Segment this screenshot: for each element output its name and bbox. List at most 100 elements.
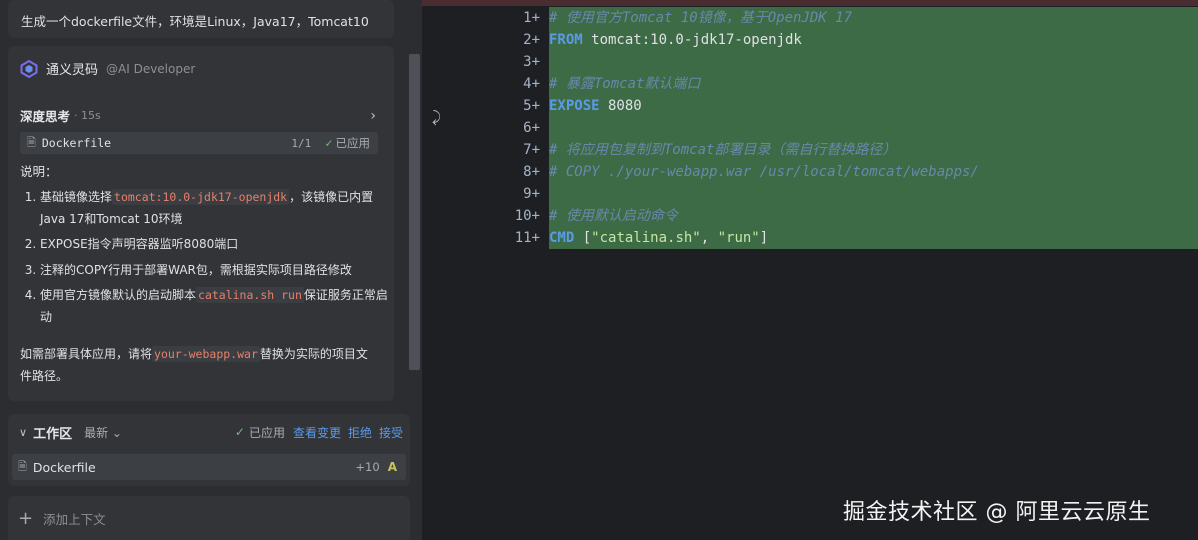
list-item: 基础镜像选择tomcat:10.0-jdk17-openjdk，该镜像已内置Ja… xyxy=(40,187,390,230)
assistant-header: 通义灵码 @AI Developer xyxy=(20,59,195,78)
code-token: [ xyxy=(574,230,592,246)
code-line[interactable]: 11+ CMD ["catalina.sh", "run"] xyxy=(422,227,1198,249)
workspace-status: 已应用 xyxy=(248,425,285,440)
check-circle-icon: ✓ xyxy=(325,136,333,150)
code-line[interactable]: 10+ # 使用默认启动命令 xyxy=(422,205,1198,227)
added-badge: A xyxy=(387,460,397,474)
thinking-label: 深度思考 xyxy=(20,109,71,124)
code-token: EXPOSE xyxy=(549,98,600,114)
file-icon: 🗎 xyxy=(18,459,27,473)
list-item: 注释的COPY行用于部署WAR包，需根据实际项目路径修改 xyxy=(40,260,390,282)
line-number: 7+ xyxy=(523,142,540,158)
point-text: EXPOSE指令声明容器监听8080端口 xyxy=(40,237,239,251)
line-number: 8+ xyxy=(523,164,540,180)
code-token: FROM xyxy=(549,32,583,48)
code-token: 8080 xyxy=(599,98,642,114)
code-line[interactable]: 9+ xyxy=(422,183,1198,205)
workspace-file-name: Dockerfile xyxy=(32,459,96,475)
code-token: "run" xyxy=(717,230,760,246)
plus-icon: + xyxy=(18,507,34,529)
code-token: # 使用默认启动命令 xyxy=(549,208,678,224)
code-line[interactable]: 7+ # 将应用包复制到Tomcat部署目录（需自行替换路径） xyxy=(422,139,1198,161)
file-chip-count: 1/1 xyxy=(291,136,312,150)
chat-panel: 生成一个dockerfile文件，环境是Linux，Java17，Tomcat1… xyxy=(0,0,422,540)
code-token: # 使用官方Tomcat 10镜像，基于OpenJDK 17 xyxy=(549,10,853,26)
assistant-handle: @AI Developer xyxy=(106,61,196,76)
note-text: 如需部署具体应用，请将 xyxy=(20,347,153,361)
explanation-title: 说明： xyxy=(20,164,58,179)
deep-thinking-toggle[interactable]: 深度思考 · 15s › xyxy=(20,106,376,125)
tongyi-logo-icon xyxy=(20,59,38,78)
sort-label: 最新 xyxy=(84,425,109,440)
add-context-label: 添加上下文 xyxy=(43,511,106,527)
line-content: # 暴露Tomcat默认端口 xyxy=(549,73,1198,95)
assistant-message: 通义灵码 @AI Developer 深度思考 · 15s › 🗎 Docker… xyxy=(8,46,394,401)
line-content: # 使用官方Tomcat 10镜像，基于OpenJDK 17 xyxy=(549,7,1198,29)
line-content xyxy=(549,117,1198,139)
removed-line-strip xyxy=(422,0,1198,6)
line-content: # COPY ./your-webapp.war /usr/local/tomc… xyxy=(549,161,1198,183)
watermark: 掘金技术社区 @ 阿里云云原生 xyxy=(843,500,1151,525)
line-number: 6+ xyxy=(523,120,540,136)
code-token: # 暴露Tomcat默认端口 xyxy=(549,76,701,92)
user-message: 生成一个dockerfile文件，环境是Linux，Java17，Tomcat1… xyxy=(8,0,394,38)
inline-code: catalina.sh run xyxy=(196,287,304,303)
list-item: 使用官方镜像默认的启动脚本catalina.sh run保证服务正常启动 xyxy=(40,285,390,328)
file-chip[interactable]: 🗎 Dockerfile 1/1 ✓ 已应用 xyxy=(20,132,378,154)
line-content xyxy=(549,51,1198,73)
code-editor[interactable]: ⤸ 1+ # 使用官方Tomcat 10镜像，基于OpenJDK 17 2+ FROM… xyxy=(422,0,1198,540)
assistant-name: 通义灵码 xyxy=(46,63,99,78)
line-number: 5+ xyxy=(523,98,540,114)
workspace-panel: ∨ 工作区 最新 ⌄ ✓ 已应用 查看变更 拒绝 接受 🗎 Dockerfile… xyxy=(8,414,410,486)
code-line[interactable]: 2+ FROM tomcat:10.0-jdk17-openjdk xyxy=(422,29,1198,51)
code-line[interactable]: 1+ # 使用官方Tomcat 10镜像，基于OpenJDK 17 xyxy=(422,7,1198,29)
code-token: # 将应用包复制到Tomcat部署目录（需自行替换路径） xyxy=(549,142,897,158)
code-line[interactable]: 4+ # 暴露Tomcat默认端口 xyxy=(422,73,1198,95)
line-content: # 将应用包复制到Tomcat部署目录（需自行替换路径） xyxy=(549,139,1198,161)
chevron-right-icon[interactable]: › xyxy=(370,108,376,124)
lines-added: +10 xyxy=(355,460,380,474)
file-chip-name: Dockerfile xyxy=(41,136,112,150)
chevron-down-icon[interactable]: ∨ xyxy=(19,426,27,439)
workspace-title: 工作区 xyxy=(33,426,73,442)
footer-note: 如需部署具体应用，请将 your-webapp.war 替换为实际的项目文件路径。 xyxy=(20,344,376,387)
workspace-file-row[interactable]: 🗎 Dockerfile +10 A xyxy=(12,454,406,480)
code-line[interactable]: 3+ xyxy=(422,51,1198,73)
line-content: EXPOSE 8080 xyxy=(549,95,1198,117)
code-line[interactable]: 5+ EXPOSE 8080 xyxy=(422,95,1198,117)
line-number: 3+ xyxy=(523,54,540,70)
line-number: 11+ xyxy=(514,230,540,246)
code-token: "catalina.sh" xyxy=(591,230,701,246)
reject-button[interactable]: 拒绝 xyxy=(348,424,372,441)
thinking-time: · 15s xyxy=(74,109,101,122)
view-changes-button[interactable]: 查看变更 xyxy=(293,424,341,441)
line-number: 10+ xyxy=(514,208,540,224)
point-text: 使用官方镜像默认的启动脚本 xyxy=(40,288,197,302)
code-line[interactable]: 8+ # COPY ./your-webapp.war /usr/local/to… xyxy=(422,161,1198,183)
sort-dropdown[interactable]: 最新 ⌄ xyxy=(84,424,122,441)
line-content: # 使用默认启动命令 xyxy=(549,205,1198,227)
accept-button[interactable]: 接受 xyxy=(379,424,403,441)
code-token: , xyxy=(700,230,718,246)
workspace-header: ∨ 工作区 最新 ⌄ ✓ 已应用 查看变更 拒绝 接受 xyxy=(8,414,410,450)
line-number: 2+ xyxy=(523,32,540,48)
check-circle-icon: ✓ xyxy=(234,425,245,439)
line-content xyxy=(549,183,1198,205)
file-icon: 🗎 xyxy=(27,135,36,149)
line-content: FROM tomcat:10.0-jdk17-openjdk xyxy=(549,29,1198,51)
file-chip-status: 已应用 xyxy=(335,136,371,150)
explanation-list: 基础镜像选择tomcat:10.0-jdk17-openjdk，该镜像已内置Ja… xyxy=(20,187,390,332)
chat-scrollbar-thumb[interactable] xyxy=(409,54,420,370)
code-token: # COPY ./your-webapp.war /usr/local/tomc… xyxy=(549,164,979,180)
code-token: ] xyxy=(759,230,769,246)
point-text: 注释的COPY行用于部署WAR包，需根据实际项目路径修改 xyxy=(40,262,352,277)
line-content: CMD ["catalina.sh", "run"] xyxy=(549,227,1198,249)
inline-code: your-webapp.war xyxy=(152,346,260,362)
code-token: CMD xyxy=(549,230,575,246)
user-message-text: 生成一个dockerfile文件，环境是Linux，Java17，Tomcat1… xyxy=(21,14,369,29)
line-number: 9+ xyxy=(523,186,540,202)
add-context-button[interactable]: + 添加上下文 xyxy=(8,496,410,540)
code-line[interactable]: 6+ xyxy=(422,117,1198,139)
code-token: tomcat:10.0-jdk17-openjdk xyxy=(582,32,802,48)
line-number: 4+ xyxy=(523,76,540,92)
